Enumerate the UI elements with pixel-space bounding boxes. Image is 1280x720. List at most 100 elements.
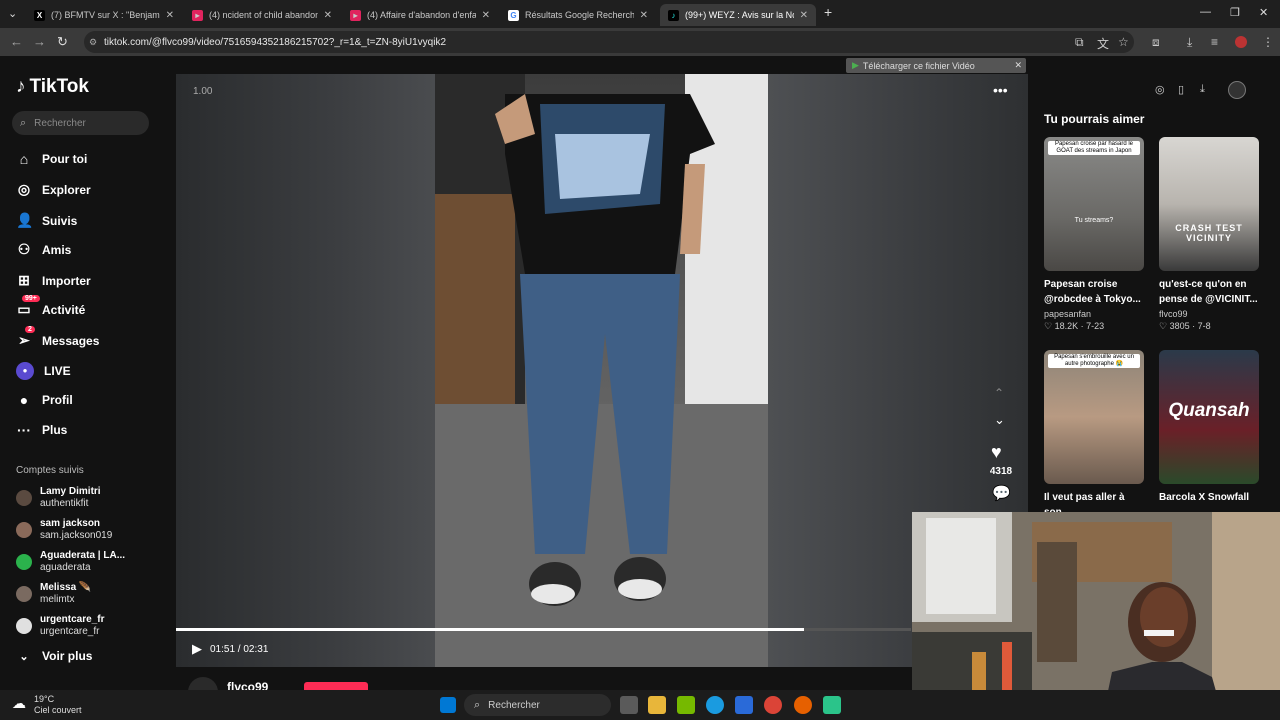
url-text: tiktok.com/@flvco99/video/75165943521862… — [104, 36, 447, 48]
tiktok-logo[interactable]: ♪ TikTok — [16, 76, 89, 98]
media-controls-icon[interactable]: ≡ — [1211, 35, 1218, 49]
new-tab-icon[interactable]: + — [824, 4, 832, 20]
nav-item-suivis[interactable]: 👤 Suivis — [16, 212, 77, 229]
streamer-webcam-overlay — [912, 512, 1280, 720]
avatar — [16, 522, 32, 538]
forward-icon[interactable]: → — [33, 34, 46, 49]
task-view-icon[interactable] — [620, 696, 638, 714]
nav-item-amis[interactable]: ⚇ Amis — [16, 241, 72, 258]
user-avatar[interactable] — [1228, 81, 1246, 99]
suggestion-card[interactable]: Quansah Barcola X Snowfall — [1159, 350, 1259, 520]
heart-icon[interactable]: ♥ — [991, 442, 1002, 463]
nav-label: Activité — [42, 302, 86, 317]
more-icon: ··· — [17, 422, 31, 438]
close-tab-icon[interactable]: ✕ — [482, 10, 490, 21]
extensions-icon[interactable]: ⧈ — [1152, 35, 1160, 50]
followed-account[interactable]: sam jackson sam.jackson019 — [16, 518, 112, 542]
chevron-down-icon[interactable]: ⌄ — [994, 412, 1005, 428]
nav-item-activite[interactable]: ▭ 99+ Activité — [16, 295, 86, 318]
tab-title: (7) BFMTV sur X : "Benjamin Ne — [51, 10, 160, 20]
close-tab-icon[interactable]: ✕ — [324, 10, 332, 21]
reload-icon[interactable]: ↻ — [57, 34, 68, 50]
video-content-illustration — [435, 74, 768, 667]
browser-tab[interactable]: X (7) BFMTV sur X : "Benjamin Ne ✕ — [26, 4, 182, 26]
followed-account[interactable]: Melissa 🪶 melimtx — [16, 582, 91, 606]
browser-tab-active[interactable]: ♪ (99+) WEYZ : Avis sur la Nouvel ✕ — [660, 4, 816, 26]
firefox-icon[interactable] — [794, 696, 812, 714]
followed-account[interactable]: Aguaderata | LA... aguaderata — [16, 550, 125, 574]
like-count: 4318 — [989, 466, 1013, 477]
suggestion-meta: ♡ 3805 · 7-8 — [1159, 321, 1211, 331]
store-icon[interactable] — [735, 696, 753, 714]
nav-label: Messages — [42, 333, 100, 348]
windows-start-icon[interactable] — [440, 697, 456, 713]
minimize-icon[interactable]: — — [1200, 6, 1211, 18]
edge-icon[interactable] — [706, 696, 724, 714]
user-follow-icon: 👤 — [16, 212, 34, 228]
search-icon: ⌕ — [20, 116, 27, 129]
compass-icon[interactable]: ◎ — [1155, 83, 1165, 96]
comment-icon[interactable]: 💬 — [992, 484, 1011, 502]
weather-icon[interactable]: ☁ — [12, 695, 26, 712]
account-name: sam jackson — [40, 518, 101, 529]
nvidia-icon[interactable] — [677, 696, 695, 714]
tab-list-icon[interactable]: ⌄ — [8, 7, 17, 20]
tiktok-sidebar: ♪ TikTok ⌕ Rechercher ⌂ Pour toi ◎ Explo… — [0, 56, 170, 690]
browser-tab[interactable]: ▸ (4) Affaire d'abandon d'enfants ✕ — [342, 4, 498, 26]
account-handle: authentikfit — [40, 498, 89, 509]
suggestion-card[interactable]: Papesan s'embrouille avec un autre photo… — [1044, 350, 1144, 520]
suggestion-card[interactable]: Papesan croise par hasard le GOAT des st… — [1044, 137, 1144, 332]
download-video-banner[interactable]: ▶ Télécharger ce fichier Vidéo ✕ — [846, 58, 1026, 73]
nav-item-plus[interactable]: ··· Plus — [16, 422, 67, 438]
nav-label: Plus — [42, 423, 68, 437]
weather-desc[interactable]: Ciel couvert — [34, 705, 82, 715]
menu-kebab-icon[interactable]: ⋮ — [1262, 35, 1274, 49]
browser-tab[interactable]: G Résultats Google Recherche d'i ✕ — [500, 4, 656, 26]
suggestion-meta: ♡ 18.2K · 7-23 — [1044, 321, 1105, 331]
close-icon[interactable]: ✕ — [1014, 60, 1022, 71]
home-icon: ⌂ — [19, 151, 29, 167]
nav-item-live[interactable]: ● LIVE — [16, 362, 71, 380]
app-icon[interactable] — [823, 696, 841, 714]
see-more-button[interactable]: ⌄ Voir plus — [16, 649, 92, 663]
taskbar-search[interactable]: ⌕ Rechercher — [464, 694, 611, 716]
video-progress-fill — [176, 628, 805, 631]
nav-item-pour-toi[interactable]: ⌂ Pour toi — [16, 151, 88, 167]
translate-icon[interactable]: 文 — [1097, 35, 1109, 52]
cast-icon[interactable]: ⧉ — [1075, 35, 1084, 50]
file-explorer-icon[interactable] — [648, 696, 666, 714]
nav-item-importer[interactable]: ⊞ Importer — [16, 272, 91, 289]
avatar — [16, 490, 32, 506]
chevron-up-icon[interactable]: ⌃ — [994, 386, 1004, 400]
browser-tab[interactable]: ▸ (4) ncident of child abandonme ✕ — [184, 4, 340, 26]
download-icon[interactable]: ⤓ — [1200, 83, 1205, 96]
close-tab-icon[interactable]: ✕ — [166, 10, 174, 21]
site-info-icon[interactable]: ⚙ — [89, 37, 97, 48]
close-window-icon[interactable]: ✕ — [1259, 6, 1268, 19]
nav-item-explorer[interactable]: ◎ Explorer — [16, 181, 91, 198]
video-progress-bar[interactable] — [176, 628, 911, 631]
back-icon[interactable]: ← — [10, 34, 23, 49]
play-icon: ▶ — [852, 60, 859, 70]
close-tab-icon[interactable]: ✕ — [640, 10, 648, 21]
nav-item-profil[interactable]: ● Profil — [16, 392, 73, 408]
nav-item-messages[interactable]: ➢ 2 Messages — [16, 326, 100, 349]
chrome-icon[interactable] — [764, 696, 782, 714]
restore-icon[interactable]: ❐ — [1230, 6, 1240, 19]
close-tab-icon[interactable]: ✕ — [800, 10, 808, 21]
play-icon[interactable]: ▶ — [192, 641, 202, 657]
url-bar[interactable]: ⚙ tiktok.com/@flvco99/video/751659435218… — [84, 31, 1134, 53]
weather-temp[interactable]: 19°C — [34, 694, 54, 704]
search-input[interactable]: ⌕ Rechercher — [12, 111, 149, 135]
profile-avatar-icon[interactable] — [1235, 36, 1247, 48]
followed-account[interactable]: Lamy Dimitri authentikfit — [16, 486, 101, 510]
more-options-icon[interactable]: ••• — [993, 82, 1008, 98]
google-icon: G — [508, 9, 519, 21]
download-icon[interactable]: ⤓ — [1187, 35, 1192, 50]
device-icon[interactable]: ▯ — [1178, 83, 1184, 96]
bookmark-star-icon[interactable]: ☆ — [1118, 35, 1129, 49]
suggestion-card[interactable]: CRASH TEST VICINITY qu'est-ce qu'on en p… — [1159, 137, 1259, 332]
followed-account[interactable]: urgentcare_fr urgentcare_fr — [16, 614, 104, 638]
playback-speed[interactable]: 1.00 — [193, 86, 212, 97]
video-player[interactable]: ••• ⌃ ⌄ ♥ 4318 💬 — [176, 74, 1028, 667]
